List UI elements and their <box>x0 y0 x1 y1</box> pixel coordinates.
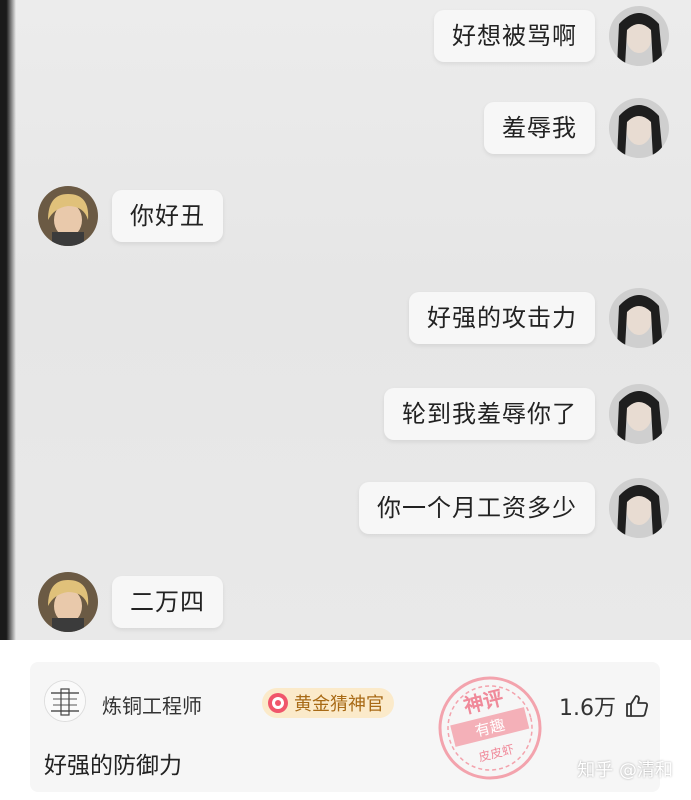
comment-card: 炼铜工程师 黄金猜神官 好强的防御力 1.6万 <box>30 662 660 792</box>
chat-screenshot: 好想被骂啊 羞辱我 你好丑 好强的攻击力 轮到我羞辱你了 你一个月工资多少 二万… <box>0 0 691 640</box>
chat-message-right: 羞辱我 <box>484 98 669 158</box>
message-bubble[interactable]: 你一个月工资多少 <box>359 482 595 534</box>
badge-label: 黄金猜神官 <box>294 694 384 715</box>
user-avatar[interactable] <box>609 478 669 538</box>
screen-edge <box>0 0 16 640</box>
stamp-title: 神评 <box>461 685 506 718</box>
chat-message-right: 轮到我羞辱你了 <box>384 384 669 444</box>
hot-comment-stamp: 神评 有趣 皮皮虾 <box>430 668 550 788</box>
user-avatar[interactable] <box>609 288 669 348</box>
comment-text: 好强的防御力 <box>44 753 182 779</box>
user-avatar[interactable] <box>609 98 669 158</box>
chat-message-left: 你好丑 <box>38 186 223 246</box>
badge-icon <box>268 693 288 713</box>
message-bubble[interactable]: 羞辱我 <box>484 102 595 154</box>
chat-message-right: 好强的攻击力 <box>409 288 669 348</box>
user-avatar[interactable] <box>609 384 669 444</box>
chat-message-right: 你一个月工资多少 <box>359 478 669 538</box>
chat-message-left: 二万四 <box>38 572 223 632</box>
message-bubble[interactable]: 你好丑 <box>112 190 223 242</box>
stamp-source: 皮皮虾 <box>477 742 515 764</box>
like-count: 1.6万 <box>559 696 616 721</box>
contact-avatar[interactable] <box>38 186 98 246</box>
message-bubble[interactable]: 二万四 <box>112 576 223 628</box>
like-area[interactable]: 1.6万 <box>559 690 650 722</box>
user-avatar[interactable] <box>609 6 669 66</box>
commenter-avatar[interactable] <box>44 680 86 722</box>
commenter-name[interactable]: 炼铜工程师 <box>102 690 202 719</box>
message-bubble[interactable]: 轮到我羞辱你了 <box>384 388 595 440</box>
message-bubble[interactable]: 好想被骂啊 <box>434 10 595 62</box>
thumbs-up-icon[interactable] <box>624 693 650 719</box>
chat-message-right: 好想被骂啊 <box>434 6 669 66</box>
rank-badge[interactable]: 黄金猜神官 <box>262 688 394 718</box>
watermark: 知乎 @清和 <box>577 760 673 781</box>
contact-avatar[interactable] <box>38 572 98 632</box>
message-bubble[interactable]: 好强的攻击力 <box>409 292 595 344</box>
